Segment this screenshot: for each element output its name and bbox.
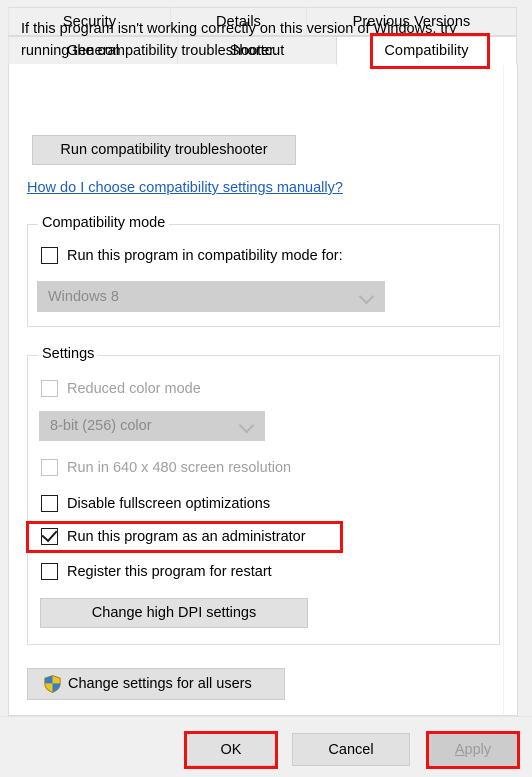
checkbox-label: Disable fullscreen optimizations [67,495,271,512]
button-label-accelerator: A [454,741,465,758]
checkbox-box [41,525,58,545]
ok-button[interactable]: OK [186,733,276,766]
compatibility-os-dropdown[interactable]: Windows 8 [37,281,385,312]
group-title: Settings [38,346,99,362]
checkbox-label: Reduced color mode [67,380,201,397]
checkbox-register-for-restart[interactable]: Register this program for restart [41,563,272,580]
button-label: Change high DPI settings [91,605,257,621]
compatibility-help-link[interactable]: How do I choose compatibility settings m… [27,180,343,196]
dropdown-value: Windows 8 [48,288,119,305]
checkbox-label: Register this program for restart [67,563,272,580]
button-label: OK [220,741,242,758]
checkbox-label: Run this program in compatibility mode f… [67,247,343,264]
chevron-down-icon [238,417,255,434]
checkbox-reduced-color-mode: Reduced color mode [41,380,201,397]
checkbox-box [41,459,58,476]
tab-label: Compatibility [384,42,469,59]
check-icon [41,525,58,543]
change-high-dpi-settings-button[interactable]: Change high DPI settings [40,598,308,628]
run-compatibility-troubleshooter-button[interactable]: Run compatibility troubleshooter [32,135,296,165]
checkbox-label: Run in 640 x 480 screen resolution [67,459,292,476]
checkbox-box [41,380,58,397]
color-depth-dropdown: 8-bit (256) color [39,411,265,441]
button-label: Cancel [328,741,374,758]
button-label: Run compatibility troubleshooter [60,142,268,158]
button-label: Change settings for all users [68,676,252,692]
checkbox-label: Run this program as an administrator [67,528,306,545]
dropdown-value: 8-bit (256) color [50,418,152,434]
checkbox-box [41,495,58,512]
button-label: pply [464,741,492,758]
cancel-button[interactable]: Cancel [292,733,410,766]
group-title: Compatibility mode [38,215,170,231]
change-settings-for-all-users-button[interactable]: Change settings for all users [27,668,285,700]
checkbox-disable-fullscreen-optimizations[interactable]: Disable fullscreen optimizations [41,495,270,512]
checkbox-run-640x480: Run in 640 x 480 screen resolution [41,459,291,476]
tab-compatibility[interactable]: Compatibility [336,36,517,65]
checkbox-box [41,247,58,264]
chevron-down-icon [358,288,375,304]
checkbox-run-compatibility-mode[interactable]: Run this program in compatibility mode f… [41,247,343,264]
properties-dialog: Security Details Previous Versions Gener… [0,0,532,777]
checkbox-box [41,563,58,580]
checkbox-run-as-administrator[interactable]: Run this program as an administrator [41,525,306,545]
uac-shield-icon [44,675,61,693]
scrollbar-track[interactable] [503,64,517,715]
apply-button: Apply [428,733,518,766]
link-label: How do I choose compatibility settings m… [27,180,343,196]
